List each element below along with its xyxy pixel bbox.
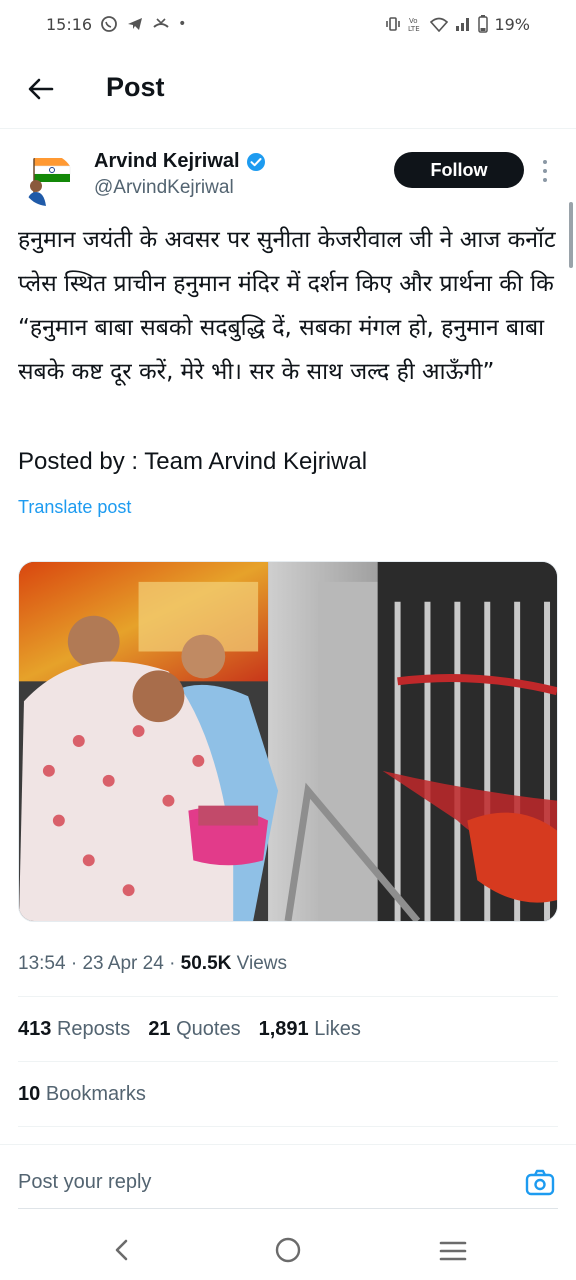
scrollbar[interactable] [569, 202, 573, 268]
page-title: Post [106, 72, 165, 102]
meta-separator: · [169, 953, 181, 974]
bookmarks-label: Bookmarks [45, 1083, 146, 1105]
clock: 15:16 [46, 14, 93, 34]
battery-percent: 19% [494, 14, 530, 34]
reply-divider [18, 1208, 558, 1209]
reply-bar: Post your reply [0, 1144, 576, 1218]
author-name[interactable]: Arvind Kejriwal [94, 150, 266, 173]
author-name-text: Arvind Kejriwal [94, 150, 240, 172]
missed-call-icon [153, 18, 169, 28]
back-arrow-icon[interactable] [26, 74, 56, 104]
post-text: हनुमान जयंती के अवसर पर सुनीता केजरीवाल … [18, 227, 556, 385]
volte-icon: VoLTE [408, 17, 420, 32]
signal-icon [456, 18, 470, 31]
post-photo[interactable] [18, 561, 558, 922]
bookmarks-count: 10 [18, 1083, 41, 1105]
reposts-count: 413 [18, 1018, 52, 1040]
camera-icon[interactable] [524, 1167, 556, 1199]
likes-label: Likes [314, 1018, 361, 1040]
author-row: Arvind Kejriwal @ArvindKejriwal Follow [18, 150, 558, 206]
post-meta: 13:54 · 23 Apr 24 · 50.5K Views [18, 953, 287, 975]
wifi-icon [430, 17, 449, 32]
reply-input[interactable]: Post your reply [18, 1171, 151, 1194]
quotes-count: 21 [148, 1018, 171, 1040]
status-right: Vo LTE 19% [384, 15, 530, 34]
svg-text:Vo: Vo [409, 17, 418, 25]
top-app-bar: Post [0, 58, 576, 122]
views-count: 50.5K [180, 953, 232, 974]
nav-home-icon[interactable] [274, 1236, 302, 1264]
post-date: 23 Apr 24 [82, 953, 164, 974]
bookmarks-stat[interactable]: 10 Bookmarks [18, 1083, 146, 1106]
divider [18, 1061, 558, 1062]
svg-text:LTE: LTE [408, 25, 420, 32]
verified-badge-icon [246, 152, 265, 171]
divider [18, 996, 558, 997]
battery-icon [478, 15, 489, 33]
quotes-stat[interactable]: 21 Quotes [148, 1018, 240, 1041]
reposts-stat[interactable]: 413 Reposts [18, 1018, 130, 1041]
views-label: Views [236, 953, 287, 974]
dot-icon: • [178, 16, 187, 32]
header-divider [0, 128, 576, 129]
telegram-icon [128, 18, 143, 30]
nav-back-icon[interactable] [108, 1236, 136, 1264]
post-time: 13:54 [18, 953, 66, 974]
translate-post-link[interactable]: Translate post [18, 497, 131, 518]
system-navigation-bar [0, 1218, 576, 1280]
avatar[interactable] [22, 154, 74, 206]
vibrate-icon [386, 17, 401, 31]
whatsapp-icon [101, 16, 118, 32]
follow-button[interactable]: Follow [394, 152, 524, 188]
status-left: 15:16 • [46, 15, 186, 34]
more-options-icon[interactable] [541, 160, 549, 182]
author-handle[interactable]: @ArvindKejriwal [94, 177, 234, 199]
quotes-label: Quotes [176, 1018, 241, 1040]
engagement-stats: 413 Reposts 21 Quotes 1,891 Likes [18, 1018, 361, 1041]
likes-count: 1,891 [258, 1018, 309, 1040]
status-bar: 15:16 • Vo LTE 19% [0, 0, 576, 48]
reposts-label: Reposts [56, 1018, 131, 1040]
meta-separator: · [70, 953, 83, 974]
posted-by-text: Posted by : Team Arvind Kejriwal [18, 448, 368, 475]
divider [18, 1126, 558, 1127]
likes-stat[interactable]: 1,891 Likes [259, 1018, 361, 1041]
nav-recents-icon[interactable] [438, 1238, 468, 1264]
